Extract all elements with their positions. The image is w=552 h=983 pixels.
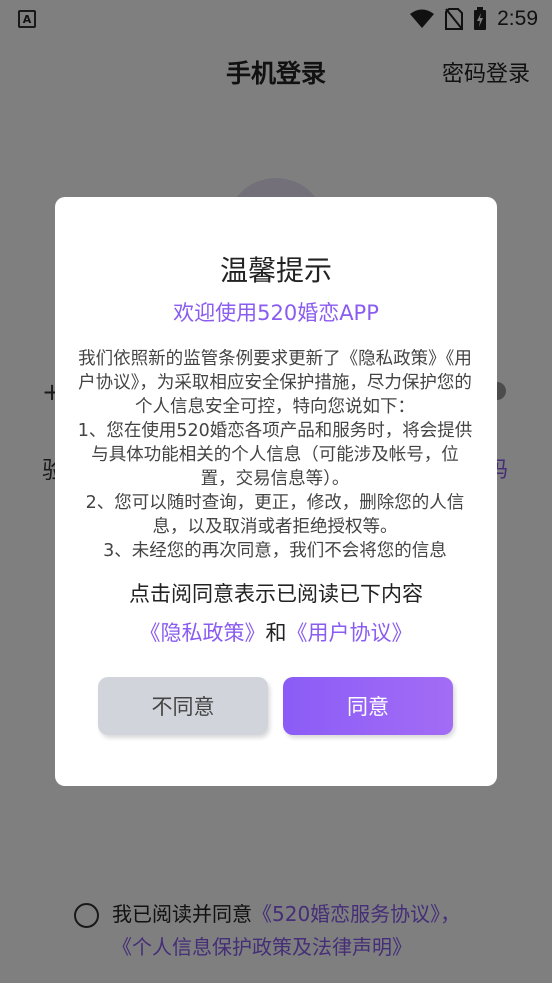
body-item-2: 2、您可以随时查询，更正，修改，删除您的人信息，以及取消或者拒绝授权等。	[85, 493, 465, 537]
policy-links: 《隐私政策》和《用户协议》	[55, 617, 497, 647]
confirm-text: 点击阅同意表示已阅读已下内容	[129, 582, 423, 606]
dialog-user-agreement-link[interactable]: 《用户协议》	[287, 621, 413, 645]
body-item-3: 3、未经您的再次同意，我们不会将您的信息	[103, 541, 447, 561]
body-intro: 我们依照新的监管条例要求更新了《隐私政策》《用户协议》，为采取相应安全保护措施，…	[78, 349, 472, 417]
dialog-body[interactable]: 我们依照新的监管条例要求更新了《隐私政策》《用户协议》，为采取相应安全保护措施，…	[75, 347, 475, 569]
agree-button[interactable]: 同意	[283, 677, 453, 735]
dialog-subtitle: 欢迎使用520婚恋APP	[173, 301, 379, 325]
body-item-1: 1、您在使用520婚恋各项产品和服务时，将会提供与具体功能相关的个人信息（可能涉…	[77, 421, 473, 489]
and-text: 和	[265, 621, 287, 645]
disagree-button[interactable]: 不同意	[98, 677, 268, 735]
dialog-title: 温馨提示	[219, 254, 332, 287]
privacy-dialog: 温馨提示 欢迎使用520婚恋APP 我们依照新的监管条例要求更新了《隐私政策》《…	[55, 197, 497, 786]
dialog-privacy-link[interactable]: 《隐私政策》	[140, 621, 266, 645]
